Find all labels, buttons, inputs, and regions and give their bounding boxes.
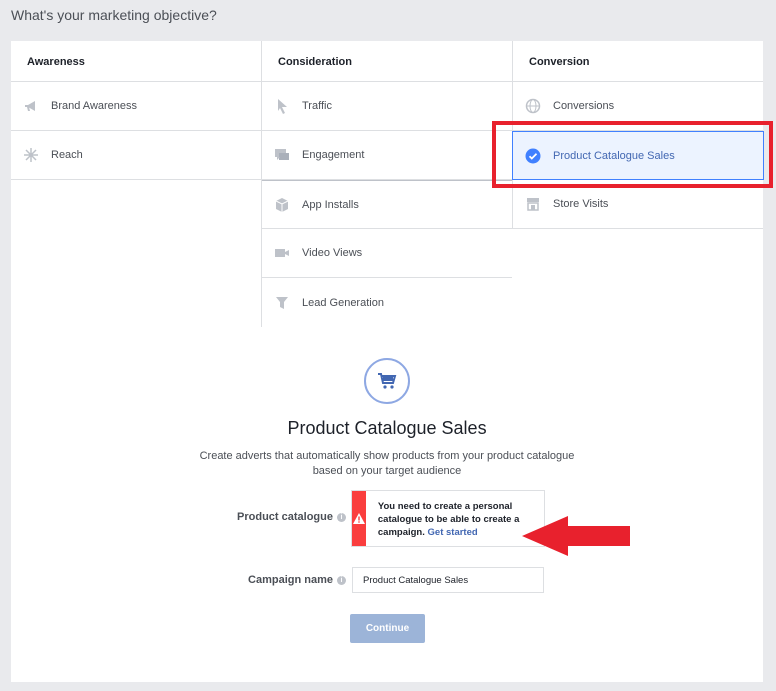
objective-label: Traffic [302,100,332,112]
objective-label: App Installs [302,198,359,211]
objective-video-views[interactable]: Video Views [262,229,512,278]
objective-label: Engagement [302,149,365,161]
annotation-arrow-icon [522,516,630,556]
product-catalogue-label-text: Product catalogue [237,511,333,523]
campaign-name-input[interactable] [352,567,544,593]
objective-label: Reach [51,149,83,161]
objective-lead-generation[interactable]: Lead Generation [262,278,512,327]
column-header-conversion: Conversion [513,41,763,82]
objective-reach[interactable]: Reach [11,131,262,180]
chat-bubbles-icon [274,147,290,163]
reach-icon [23,147,39,163]
column-header-awareness: Awareness [11,41,262,82]
info-icon[interactable]: i [337,575,346,585]
product-catalogue-label: Product catalogue i [171,511,346,523]
video-camera-icon [274,245,290,261]
objective-app-installs[interactable]: App Installs [262,180,512,229]
objective-engagement[interactable]: Engagement [262,131,512,180]
warning-message: You need to create a personal catalogue … [366,491,544,546]
globe-icon [525,98,541,114]
objective-traffic[interactable]: Traffic [262,82,512,131]
highlight-box [492,121,773,188]
shopping-cart-icon [364,358,410,404]
detail-description: Create adverts that automatically show p… [199,450,575,477]
info-icon[interactable]: i [337,512,346,522]
funnel-icon [274,295,290,311]
objective-label: Lead Generation [302,296,384,309]
page-heading: What's your marketing objective? [11,7,217,23]
campaign-name-label: Campaign name i [171,574,346,586]
objective-brand-awareness[interactable]: Brand Awareness [11,82,262,131]
continue-button[interactable]: Continue [350,614,425,643]
objective-label: Video Views [302,247,363,259]
objective-label: Store Visits [553,198,609,210]
objective-label: Brand Awareness [51,100,138,112]
campaign-name-label-text: Campaign name [248,574,333,586]
column-header-consideration: Consideration [262,41,512,82]
get-started-link[interactable]: Get started [428,527,478,538]
column-consideration: Consideration Traffic Engagement App Ins… [261,41,512,327]
cursor-icon [274,98,290,114]
store-icon [525,196,541,212]
box-icon [274,197,290,213]
megaphone-icon [23,98,39,114]
warning-icon [352,491,366,546]
objective-label: Conversions [553,100,615,112]
column-awareness: Awareness Brand Awareness Reach [11,41,262,180]
detail-title: Product Catalogue Sales [287,418,487,438]
catalogue-warning: You need to create a personal catalogue … [351,490,545,547]
